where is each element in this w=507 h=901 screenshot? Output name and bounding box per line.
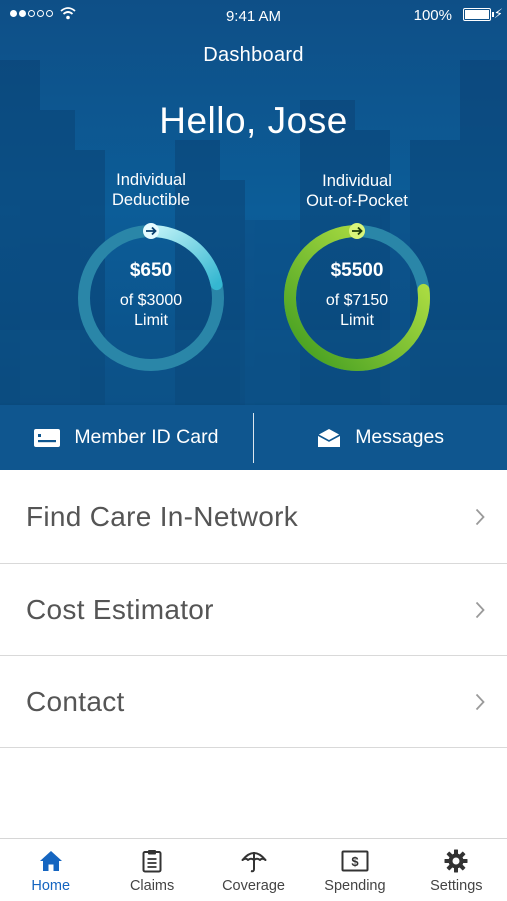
status-bar: 9:41 AM 100% ⚡ [0,0,507,30]
umbrella-icon [241,852,267,873]
menu-item-find-care[interactable]: Find Care In-Network [0,470,507,564]
out-of-pocket-gauge[interactable]: $5500 of $7150 Limit [277,218,437,378]
menu-item-contact[interactable]: Contact [0,656,507,748]
arrow-right-icon [143,223,159,239]
arrow-right-icon [349,223,365,239]
out-of-pocket-limit-label: Limit [340,312,374,329]
bottom-tab-bar: Home Claims Coverage $ Spending Settings [0,838,507,901]
greeting: Hello, Jose [159,100,348,141]
member-id-card-label: Member ID Card [74,426,219,448]
tab-claims[interactable]: Claims [101,839,202,901]
messages-button[interactable]: Messages [254,405,507,470]
deductible-limit-label: Limit [134,312,168,329]
deductible-amount: $650 [129,260,173,281]
quick-action-bar: Member ID Card Messages [0,405,507,470]
tab-label: Spending [324,878,386,894]
menu-item-cost-estimator[interactable]: Cost Estimator [0,564,507,656]
tab-coverage[interactable]: Coverage [203,839,304,901]
tab-spending[interactable]: $ Spending [304,839,405,901]
tab-home[interactable]: Home [0,839,101,901]
tab-settings[interactable]: Settings [406,839,507,901]
messages-label: Messages [355,426,445,448]
gear-icon [444,849,468,873]
page-title: Dashboard [203,44,304,66]
charging-bolt-icon: ⚡ [493,6,503,21]
home-icon [39,851,62,871]
out-of-pocket-amount: $5500 [330,260,384,281]
chevron-right-icon [475,601,485,618]
svg-text:$: $ [351,854,359,869]
menu-item-label: Contact [26,685,125,717]
deductible-gauge-label: Individual Deductible [112,171,190,209]
menu-item-label: Cost Estimator [26,593,214,625]
chevron-right-icon [475,508,485,525]
deductible-gauge[interactable]: $650 of $3000 Limit [71,218,231,378]
tab-label: Claims [129,878,175,894]
id-card-icon [34,428,61,447]
dashboard-hero: 9:41 AM 100% ⚡ Dashboard Hello, Jose Ind… [0,0,507,470]
clipboard-icon [142,850,162,873]
out-of-pocket-of-total: of $7150 [325,292,389,309]
dollar-bill-icon: $ [341,850,369,872]
battery-percentage: 100% [413,7,452,24]
tab-label: Coverage [222,878,285,894]
menu-item-label: Find Care In-Network [26,500,299,532]
battery-icon [463,8,491,21]
menu-list: Find Care In-Network Cost Estimator Cont… [0,470,507,748]
chevron-right-icon [475,693,485,710]
out-of-pocket-gauge-label: Individual Out-of-Pocket [306,172,408,210]
tab-label: Settings [430,878,483,894]
deductible-of-total: of $3000 [119,292,183,309]
tab-label: Home [31,878,71,894]
envelope-icon [317,428,341,447]
member-id-card-button[interactable]: Member ID Card [0,405,253,470]
